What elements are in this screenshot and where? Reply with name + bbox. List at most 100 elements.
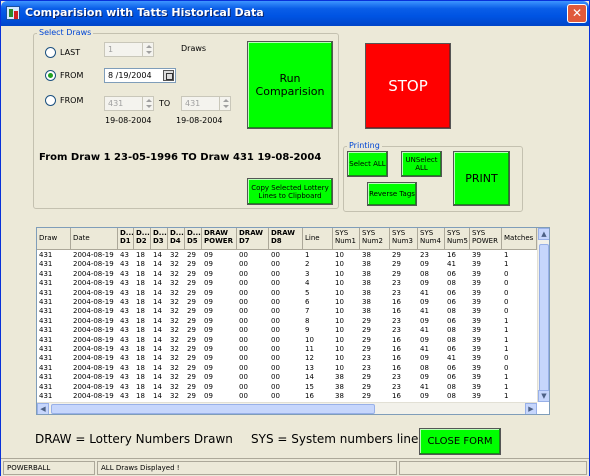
radio-last-indicator[interactable] xyxy=(45,47,56,58)
table-cell: 09 xyxy=(420,373,429,382)
column-header[interactable]: D... D2 xyxy=(134,228,151,250)
table-row[interactable]: 431 2004-08-19 43 18 14 32 29 09 00 00 8 10 29 23 09 06… xyxy=(37,317,537,326)
title-bar[interactable]: Comparision with Tatts Historical Data ✕ xyxy=(1,1,589,26)
table-cell: 29 xyxy=(362,335,371,344)
table-cell: 18 xyxy=(136,392,145,400)
column-header[interactable]: SYS Num4 xyxy=(418,228,445,250)
column-header[interactable]: D... D5 xyxy=(185,228,202,250)
table-cell: 431 xyxy=(39,335,53,344)
table-cell: 00 xyxy=(239,269,248,278)
column-header[interactable]: SYS Num2 xyxy=(360,228,390,250)
table-row[interactable]: 431 2004-08-19 43 18 14 32 29 09 00 00 14 38 29 23 09 0… xyxy=(37,373,537,382)
radio-from-range[interactable]: FROM xyxy=(45,95,83,106)
spinner-arrows-icon[interactable] xyxy=(142,97,153,110)
grid-rows[interactable]: 431 2004-08-19 43 18 14 32 29 09 00 00 1 10 38 29 23 16… xyxy=(37,251,537,402)
scroll-left-icon[interactable]: ◀ xyxy=(37,403,49,414)
table-cell: 2004-08-19 xyxy=(73,382,114,391)
table-cell: 14 xyxy=(153,269,162,278)
table-row[interactable]: 431 2004-08-19 43 18 14 32 29 09 00 00 2 10 38 29 09 41… xyxy=(37,260,537,269)
run-comparision-button[interactable]: Run Comparision xyxy=(247,41,333,129)
copy-to-clipboard-button[interactable]: Copy Selected Lottery Lines to Clipboard xyxy=(247,178,333,205)
vertical-scrollbar[interactable]: ▲ ▼ xyxy=(537,228,549,402)
column-header[interactable]: DRAW D8 xyxy=(269,228,303,250)
column-header[interactable]: D... D1 xyxy=(118,228,134,250)
radio-from-date[interactable]: FROM xyxy=(45,70,83,81)
table-cell: 2004-08-19 xyxy=(73,251,114,259)
unselect-all-button[interactable]: UNSelect ALL xyxy=(401,151,442,177)
table-cell: 29 xyxy=(187,335,196,344)
column-header[interactable]: SYS POWER xyxy=(470,228,502,250)
radio-from-range-indicator[interactable] xyxy=(45,95,56,106)
table-cell: 29 xyxy=(187,373,196,382)
table-cell: 14 xyxy=(153,345,162,353)
table-row[interactable]: 431 2004-08-19 43 18 14 32 29 09 00 00 3 10 38 29 08 06… xyxy=(37,270,537,279)
range-to-spinner[interactable]: 431 xyxy=(181,96,231,111)
table-row[interactable]: 431 2004-08-19 43 18 14 32 29 09 00 00 6 10 38 16 09 06… xyxy=(37,298,537,307)
table-cell: 09 xyxy=(420,335,429,344)
table-cell: 10 xyxy=(335,363,344,372)
table-row[interactable]: 431 2004-08-19 43 18 14 32 29 09 00 00 1 10 38 29 23 16… xyxy=(37,251,537,260)
reverse-tags-button[interactable]: Reverse Tags xyxy=(367,182,417,206)
vertical-scroll-thumb[interactable] xyxy=(539,244,549,394)
column-header[interactable]: D... D3 xyxy=(151,228,168,250)
close-form-button[interactable]: CLOSE FORM xyxy=(419,428,501,455)
table-cell: 32 xyxy=(170,326,179,335)
print-button[interactable]: PRINT xyxy=(453,151,510,206)
radio-last[interactable]: LAST xyxy=(45,47,80,58)
column-header[interactable]: SYS Num5 xyxy=(445,228,470,250)
table-cell: 32 xyxy=(170,363,179,372)
table-row[interactable]: 431 2004-08-19 43 18 14 32 29 09 00 00 7 10 38 16 41 08… xyxy=(37,307,537,316)
column-header[interactable]: SYS Num3 xyxy=(390,228,418,250)
column-header[interactable]: Draw No. xyxy=(37,228,71,250)
column-header[interactable]: Matches xyxy=(502,228,537,250)
copy-to-clipboard-label: Copy Selected Lottery Lines to Clipboard xyxy=(251,183,329,200)
results-grid[interactable]: Draw No.DateD... D1D... D2D... D3D... D4… xyxy=(36,227,550,415)
scroll-right-icon[interactable]: ▶ xyxy=(525,403,537,414)
table-cell: 10 xyxy=(335,251,344,259)
column-header[interactable]: Line xyxy=(303,228,333,250)
close-window-button[interactable]: ✕ xyxy=(567,4,587,23)
column-header[interactable]: DRAW D7 xyxy=(237,228,269,250)
table-cell: 29 xyxy=(362,373,371,382)
table-cell: 00 xyxy=(271,316,280,325)
calendar-icon[interactable] xyxy=(163,70,174,81)
from-date-value: 8 /19/2004 xyxy=(108,71,152,80)
table-row[interactable]: 431 2004-08-19 43 18 14 32 29 09 00 00 13 10 23 16 08 0… xyxy=(37,364,537,373)
spinner-arrows-icon[interactable] xyxy=(142,43,153,56)
horizontal-scrollbar[interactable]: ◀ ▶ xyxy=(37,402,537,414)
table-row[interactable]: 431 2004-08-19 43 18 14 32 29 09 00 00 5 10 38 23 41 06… xyxy=(37,289,537,298)
table-cell: 09 xyxy=(204,316,213,325)
horizontal-scroll-thumb[interactable] xyxy=(51,404,375,414)
column-header[interactable]: D... D4 xyxy=(168,228,185,250)
stop-button[interactable]: STOP xyxy=(365,43,451,129)
table-row[interactable]: 431 2004-08-19 43 18 14 32 29 09 00 00 10 10 29 16 09 0… xyxy=(37,336,537,345)
scroll-up-icon[interactable]: ▲ xyxy=(538,228,549,240)
table-cell: 32 xyxy=(170,392,179,400)
table-row[interactable]: 431 2004-08-19 43 18 14 32 29 09 00 00 12 10 23 16 09 4… xyxy=(37,354,537,363)
table-row[interactable]: 431 2004-08-19 43 18 14 32 29 09 00 00 4 10 38 23 09 08… xyxy=(37,279,537,288)
range-from-spinner[interactable]: 431 xyxy=(104,96,154,111)
table-cell: 1 xyxy=(504,316,509,325)
table-cell: 0 xyxy=(504,279,509,288)
table-cell: 10 xyxy=(335,335,344,344)
table-cell: 41 xyxy=(447,354,456,363)
status-bar: POWERBALL ALL Draws Displayed ! xyxy=(1,458,589,476)
table-row[interactable]: 431 2004-08-19 43 18 14 32 29 09 00 00 16 38 29 16 09 0… xyxy=(37,392,537,401)
last-count-spinner[interactable]: 1 xyxy=(104,42,154,57)
column-header[interactable]: Date xyxy=(71,228,118,250)
table-cell: 09 xyxy=(204,260,213,269)
table-cell: 11 xyxy=(305,345,314,353)
spinner-arrows-icon[interactable] xyxy=(219,97,230,110)
table-cell: 00 xyxy=(271,307,280,316)
select-all-button[interactable]: Select ALL xyxy=(347,151,388,177)
from-date-picker[interactable]: 8 /19/2004 xyxy=(104,68,176,83)
table-row[interactable]: 431 2004-08-19 43 18 14 32 29 09 00 00 9 10 29 23 41 08… xyxy=(37,326,537,335)
scroll-down-icon[interactable]: ▼ xyxy=(538,390,549,402)
column-header[interactable]: DRAW POWER xyxy=(202,228,237,250)
table-cell: 43 xyxy=(120,251,129,259)
column-header[interactable]: SYS Num1 xyxy=(333,228,360,250)
table-row[interactable]: 431 2004-08-19 43 18 14 32 29 09 00 00 11 10 29 16 41 0… xyxy=(37,345,537,354)
table-row[interactable]: 431 2004-08-19 43 18 14 32 29 09 00 00 15 38 29 23 41 0… xyxy=(37,383,537,392)
table-cell: 8 xyxy=(305,316,310,325)
radio-from-date-indicator[interactable] xyxy=(45,70,56,81)
